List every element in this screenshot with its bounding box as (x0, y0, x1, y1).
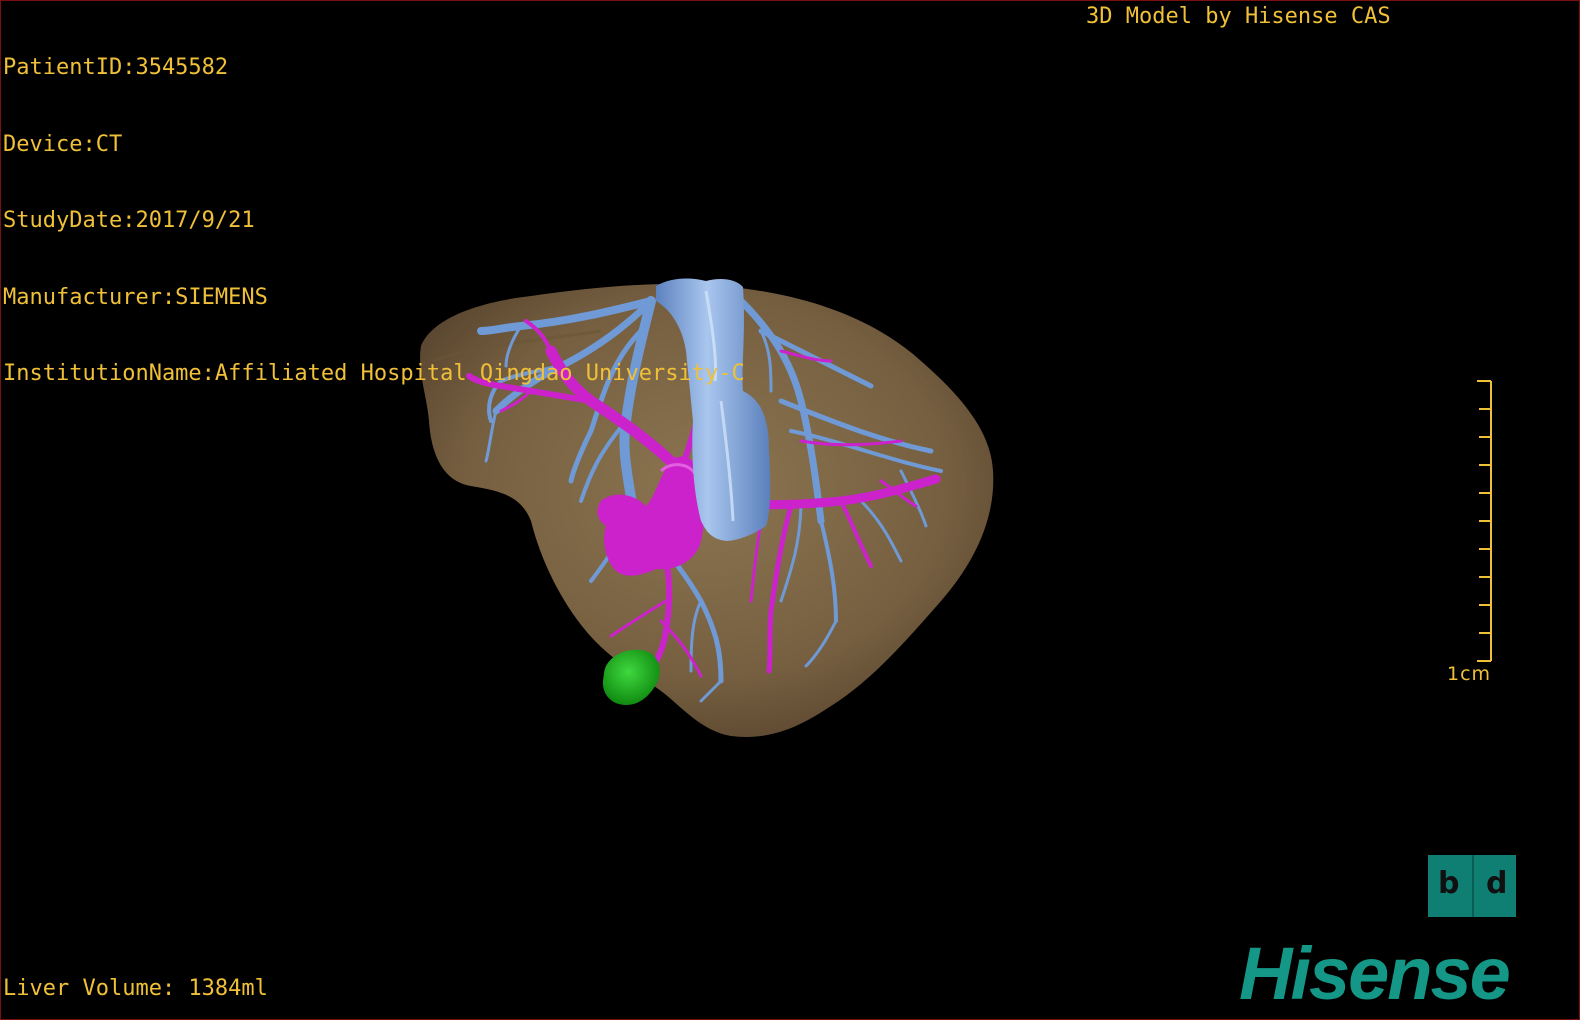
cube-edge (1472, 855, 1474, 917)
patient-id: PatientID:3545582 (3, 55, 229, 80)
model-credit: 3D Model by Hisense CAS (1086, 4, 1391, 29)
study-date: StudyDate:2017/9/21 (3, 208, 255, 233)
scale-bar (1477, 380, 1492, 662)
hisense-logo: Hisense (1239, 932, 1512, 1011)
cube-face-right[interactable]: d (1486, 867, 1507, 901)
scale-label: 1cm (1447, 663, 1492, 685)
3d-viewport[interactable]: PatientID:3545582 Device:CT StudyDate:20… (0, 0, 1580, 1020)
tumor-lesion (602, 649, 660, 705)
cube-face-left[interactable]: d (1438, 866, 1459, 901)
svg-text:Hisense: Hisense (1239, 932, 1510, 1011)
device: Device:CT (3, 131, 123, 157)
study-metadata: PatientID:3545582 Device:CT StudyDate:20… (3, 4, 745, 438)
liver-volume: Liver Volume: 1384ml (3, 976, 268, 1001)
manufacturer: Manufacturer:SIEMENS (3, 284, 268, 310)
orientation-cube[interactable]: d d (1428, 855, 1516, 917)
institution-name: InstitutionName:Affiliated Hospital Qing… (3, 361, 745, 386)
